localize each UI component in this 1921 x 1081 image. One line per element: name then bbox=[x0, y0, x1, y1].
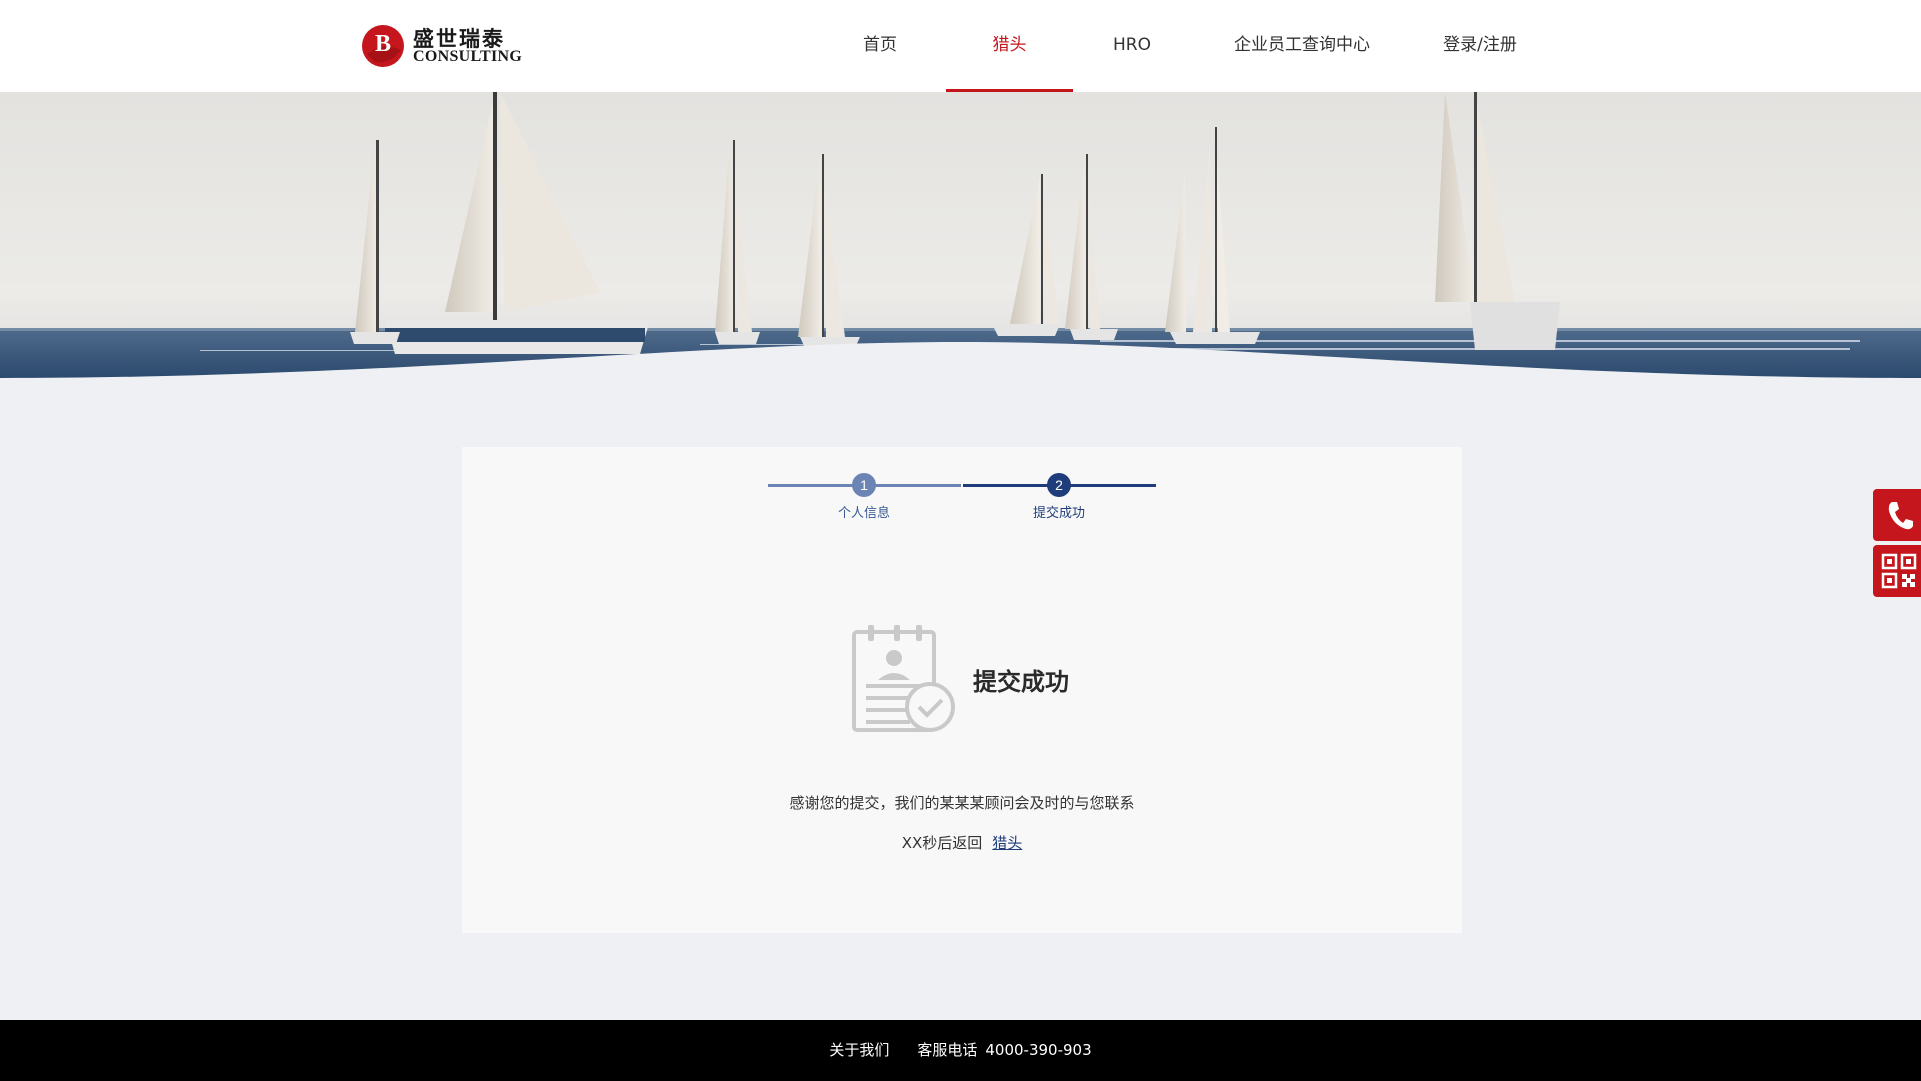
step-1-label: 个人信息 bbox=[837, 506, 890, 521]
footer-hotline-label: 客服电话 bbox=[917, 1041, 978, 1059]
nav-item-home[interactable]: 首页 bbox=[845, 0, 915, 92]
nav-item-headhunting[interactable]: 猎头 bbox=[946, 0, 1073, 92]
site-header: B 盛世瑞泰 CONSULTING 首页 猎头 HRO 企业员工查询中心 登录/… bbox=[0, 0, 1921, 92]
result-card: 1 2 个人信息 提交成功 提交成功 感谢您的提交，我们的某某某顾问会及时的与您… bbox=[462, 447, 1462, 933]
back-link[interactable]: 猎头 bbox=[992, 834, 1022, 852]
main-nav: 首页 猎头 HRO 企业员工查询中心 登录/注册 bbox=[0, 0, 1921, 92]
qrcode-float-button[interactable] bbox=[1873, 545, 1921, 597]
sailboats-image bbox=[0, 92, 1921, 378]
step-2-label: 提交成功 bbox=[1032, 506, 1085, 521]
footer-hotline-number: 4000-390-903 bbox=[985, 1041, 1092, 1059]
phone-icon bbox=[1888, 502, 1913, 530]
countdown-text: XX秒后返回 bbox=[901, 834, 983, 852]
nav-item-employee-query[interactable]: 企业员工查询中心 bbox=[1222, 0, 1382, 92]
step-1-number: 1 bbox=[852, 473, 876, 497]
success-title: 提交成功 bbox=[973, 668, 1069, 696]
footer-hotline: 客服电话 4000-390-903 bbox=[917, 1041, 1091, 1059]
hero-banner bbox=[0, 92, 1921, 378]
footer-about-link[interactable]: 关于我们 bbox=[829, 1041, 889, 1059]
countdown-row: XX秒后返回 猎头 bbox=[462, 832, 1462, 853]
thanks-message: 感谢您的提交，我们的某某某顾问会及时的与您联系 bbox=[789, 794, 1135, 812]
qrcode-icon bbox=[1881, 553, 1917, 589]
nav-item-login-register[interactable]: 登录/注册 bbox=[1430, 0, 1530, 92]
phone-float-button[interactable] bbox=[1873, 489, 1921, 541]
nav-item-hro[interactable]: HRO bbox=[1097, 0, 1167, 92]
resume-success-icon bbox=[852, 625, 955, 732]
step-2-number: 2 bbox=[1047, 473, 1071, 497]
site-footer: 关于我们 客服电话 4000-390-903 bbox=[0, 1020, 1921, 1081]
